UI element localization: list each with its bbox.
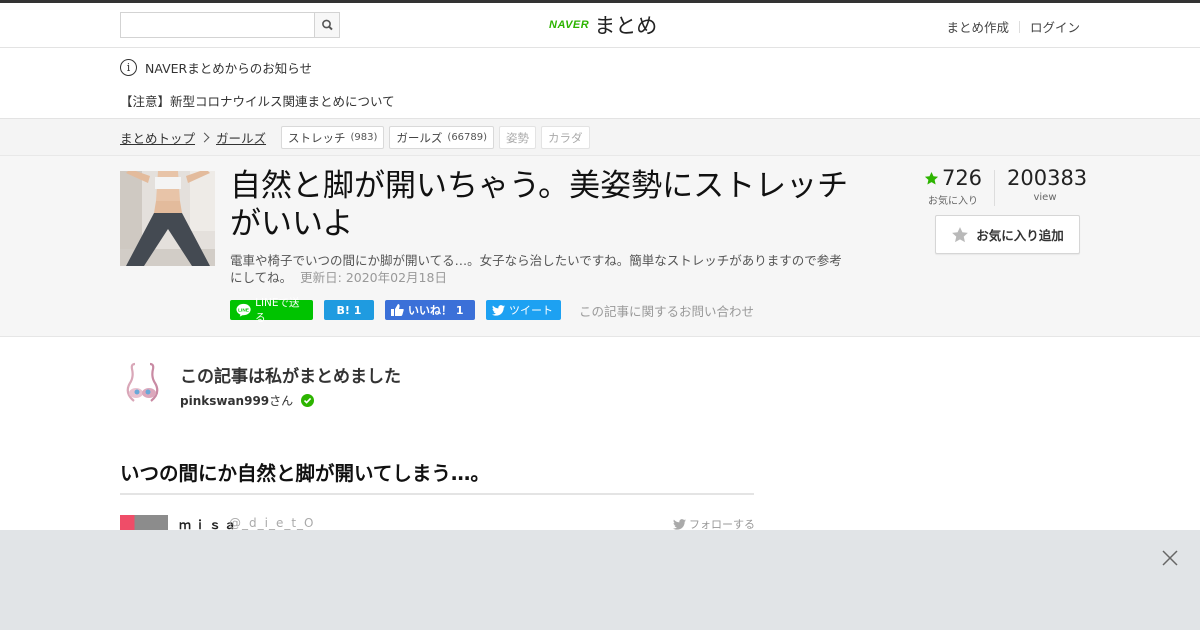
share-buttons: LINE LINEで送る B! 1 いいね！ 1 ツイート この記事に関するお問… bbox=[230, 297, 754, 324]
updated-date: 更新日: 2020年02月18日 bbox=[300, 270, 447, 285]
create-matome-link[interactable]: まとめ作成 bbox=[946, 17, 1009, 36]
thumbs-up-icon bbox=[391, 304, 404, 316]
login-link[interactable]: ログイン bbox=[1030, 17, 1080, 36]
hatena-label: B! 1 bbox=[336, 303, 362, 317]
star-outline-icon bbox=[952, 226, 969, 242]
breadcrumb-band: まとめトップ ガールズ ストレッチ (983) ガールズ (66789) 姿勢 … bbox=[0, 118, 1200, 156]
author-avatar[interactable] bbox=[120, 361, 165, 406]
author-name-link[interactable]: pinkswan999 bbox=[180, 394, 269, 408]
tag-label: 姿勢 bbox=[506, 130, 530, 145]
views-count: 200383 bbox=[1007, 166, 1088, 190]
notice-row[interactable]: i NAVERまとめからのお知らせ bbox=[120, 58, 312, 77]
twitter-bird-icon bbox=[673, 518, 686, 530]
views-stat: 200383 view bbox=[1007, 166, 1088, 207]
notice-text: NAVERまとめからのお知らせ bbox=[145, 61, 312, 76]
tag-label: ストレッチ bbox=[288, 130, 346, 145]
bottom-overlay-banner bbox=[0, 530, 1200, 630]
tag-body[interactable]: カラダ bbox=[541, 126, 590, 149]
corona-notice-link[interactable]: 【注意】新型コロナウイルス関連まとめについて bbox=[120, 91, 395, 110]
search-button[interactable] bbox=[314, 13, 339, 37]
article-thumbnail[interactable] bbox=[120, 171, 215, 266]
svg-text:LINE: LINE bbox=[238, 307, 249, 313]
add-favorite-label: お気に入り追加 bbox=[976, 228, 1064, 243]
tweet-button[interactable]: ツイート bbox=[486, 300, 561, 320]
breadcrumb-top-link[interactable]: まとめトップ bbox=[120, 128, 195, 147]
close-button[interactable] bbox=[1160, 548, 1180, 568]
breadcrumb: まとめトップ ガールズ ストレッチ (983) ガールズ (66789) 姿勢 … bbox=[120, 126, 590, 149]
tag-count: (983) bbox=[350, 132, 378, 143]
favorites-count: 726 bbox=[941, 166, 983, 190]
author-line: pinkswan999 さん bbox=[180, 392, 315, 409]
section-heading: いつの間にか自然と脚が開いてしまう…。 bbox=[120, 457, 754, 495]
article-description: 電車や椅子でいつの間にか脚が開いてる…。女子なら治したいですね。簡単なストレッチ… bbox=[230, 252, 850, 286]
search-box bbox=[120, 12, 340, 38]
author-suffix: さん bbox=[269, 394, 294, 408]
facebook-like-button[interactable]: いいね！ 1 bbox=[385, 300, 475, 320]
search-input[interactable] bbox=[121, 13, 315, 37]
search-icon bbox=[322, 19, 333, 31]
tweet-user-handle[interactable]: @_d_i_e_t_O bbox=[229, 516, 314, 530]
close-icon bbox=[1162, 550, 1178, 566]
inquiry-link[interactable]: この記事に関するお問い合わせ bbox=[579, 301, 754, 320]
stretch-photo-image bbox=[120, 171, 215, 266]
stats-divider bbox=[994, 170, 995, 206]
logo-matome: まとめ bbox=[594, 14, 658, 38]
tag-stretch[interactable]: ストレッチ (983) bbox=[281, 126, 385, 149]
naver-matome-logo[interactable]: NAVER まとめ bbox=[549, 10, 657, 40]
add-favorite-button[interactable]: お気に入り追加 bbox=[935, 215, 1080, 254]
hatena-bookmark-button[interactable]: B! 1 bbox=[324, 300, 374, 320]
verified-check-icon bbox=[301, 394, 315, 407]
header-nav: まとめ作成 ログイン bbox=[946, 17, 1080, 36]
star-icon bbox=[924, 171, 939, 184]
facebook-like-label: いいね！ 1 bbox=[408, 304, 464, 317]
line-share-label: LINEで送る bbox=[255, 297, 300, 324]
tag-list: ストレッチ (983) ガールズ (66789) 姿勢 カラダ bbox=[276, 126, 590, 149]
tag-girls[interactable]: ガールズ (66789) bbox=[389, 126, 495, 149]
nav-divider bbox=[1018, 20, 1020, 33]
info-icon: i bbox=[120, 59, 137, 76]
article-header: 自然と脚が開いちゃう。美姿勢にストレッチがいいよ 電車や椅子でいつの間にか脚が開… bbox=[0, 156, 1200, 337]
logo-naver: NAVER bbox=[549, 19, 590, 31]
line-share-button[interactable]: LINE LINEで送る bbox=[230, 297, 313, 324]
tag-posture[interactable]: 姿勢 bbox=[499, 126, 537, 149]
favorites-label: お気に入り bbox=[928, 196, 978, 207]
views-label: view bbox=[1033, 192, 1057, 203]
chevron-right-icon bbox=[199, 132, 210, 143]
site-header: NAVER まとめ まとめ作成 ログイン bbox=[0, 3, 1200, 48]
article-stats: 726 お気に入り 200383 view bbox=[920, 166, 1088, 207]
favorites-stat: 726 お気に入り bbox=[920, 166, 986, 207]
tag-label: ガールズ bbox=[396, 130, 443, 145]
favorites-count-row: 726 bbox=[920, 166, 986, 190]
article-title: 自然と脚が開いちゃう。美姿勢にストレッチがいいよ bbox=[230, 168, 849, 242]
tweet-label: ツイート bbox=[509, 304, 553, 317]
line-icon: LINE bbox=[236, 303, 251, 317]
twitter-bird-icon bbox=[492, 304, 505, 316]
author-heading: この記事は私がまとめました bbox=[180, 367, 401, 387]
tag-count: (66789) bbox=[447, 132, 488, 143]
tag-label: カラダ bbox=[548, 130, 583, 145]
breadcrumb-category-link[interactable]: ガールズ bbox=[216, 128, 266, 147]
swan-avatar-image bbox=[120, 361, 165, 406]
